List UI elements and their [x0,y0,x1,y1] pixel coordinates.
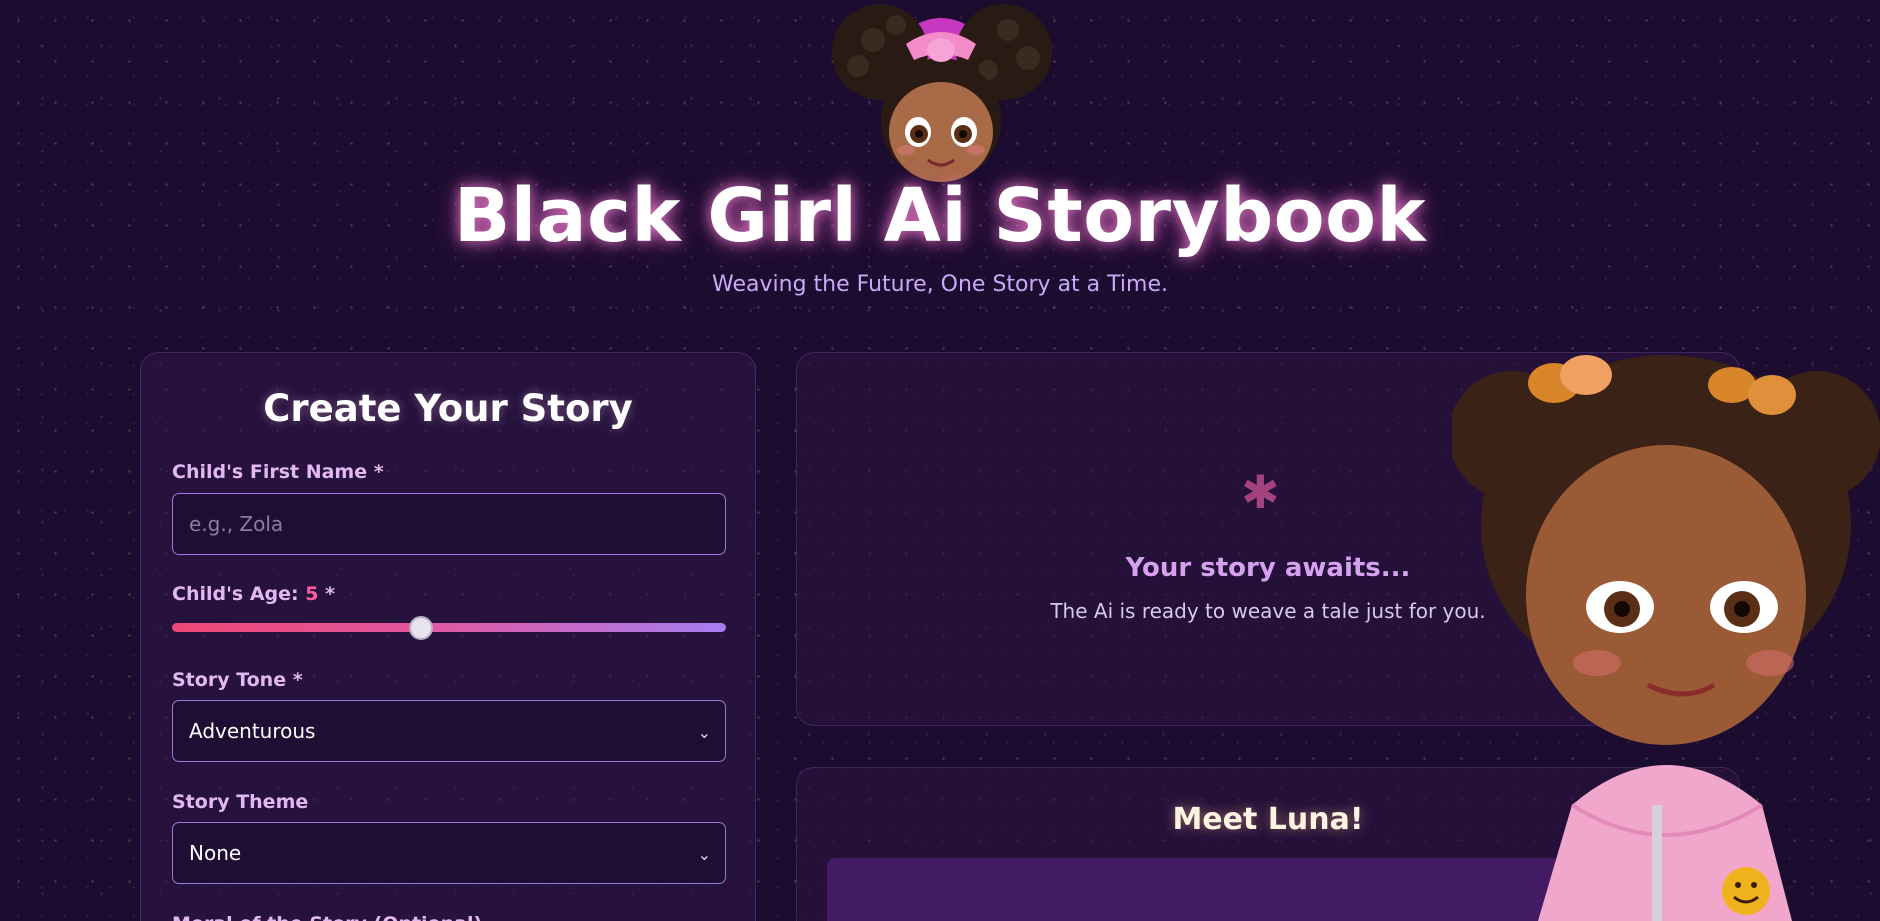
story-tone-value: Adventurous [189,719,316,743]
age-value: 5 [305,583,319,605]
story-tone-label: Story Tone * [172,669,303,691]
page-subtitle: Weaving the Future, One Story at a Time. [712,272,1168,297]
age-slider-thumb[interactable] [409,616,434,640]
page-title: Black Girl Ai Storybook [453,173,1427,259]
story-theme-label: Story Theme [172,791,309,813]
chevron-down-icon: ⌄ [697,723,711,742]
form-title: Create Your Story [263,387,633,430]
story-tone-select[interactable]: Adventurous ⌄ [172,700,726,762]
child-name-label: Child's First Name * [172,461,384,483]
child-age-label: Child's Age: 5 * [172,583,335,605]
header-girl-avatar [832,4,1052,182]
story-moral-label: Moral of the Story (Optional) [172,913,482,921]
chevron-down-icon: ⌄ [697,845,711,864]
child-name-input[interactable] [172,493,726,555]
story-theme-value: None [189,841,242,865]
luna-character-illustration [1452,355,1880,921]
sparkle-icon: ✱ [1241,465,1280,519]
age-required-mark: * [318,583,336,605]
story-theme-select[interactable]: None ⌄ [172,822,726,884]
age-label-text: Child's Age: [172,583,299,605]
create-story-form: Create Your Story Child's First Name * C… [140,352,756,921]
age-slider-track[interactable] [172,623,726,632]
